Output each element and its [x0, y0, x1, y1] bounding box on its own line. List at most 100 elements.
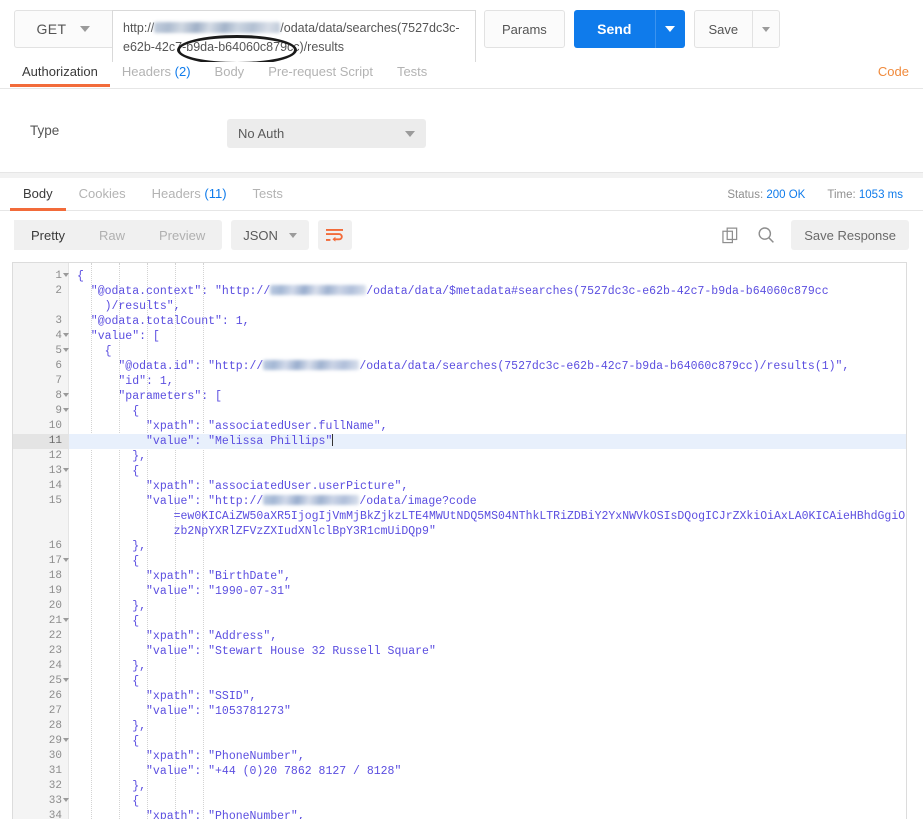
editor-code-line: {	[77, 555, 140, 568]
editor-code-line: "value": "1990-07-31"	[77, 585, 291, 598]
tab-headers-count: (2)	[174, 64, 191, 79]
http-method-selector[interactable]: GET	[14, 10, 112, 48]
status-value: 200 OK	[766, 189, 806, 201]
view-mode-preview[interactable]: Preview	[142, 220, 222, 250]
response-tab-cookies-label: Cookies	[78, 186, 126, 201]
auth-type-value: No Auth	[238, 126, 285, 141]
tab-authorization[interactable]: Authorization	[10, 62, 110, 87]
url-input[interactable]: http:///odata/data/searches(7527dc3c-e62…	[112, 10, 476, 65]
editor-code-line: =ew0KICAiZW50aXR5IjogIjVmMjBkZjkzLTE4MWU…	[77, 510, 906, 523]
editor-code-line: "value": "+44 (0)20 7862 8127 / 8128"	[77, 765, 402, 778]
save-button[interactable]: Save	[693, 10, 752, 48]
search-button[interactable]	[755, 224, 777, 246]
auth-type-label: Type	[30, 123, 60, 138]
editor-line-number	[13, 509, 68, 524]
response-toolbar: Pretty Raw Preview JSON Save Response	[0, 211, 923, 259]
editor-line-number: 26	[48, 690, 62, 702]
editor-code-line: "value": "1053781273"	[77, 705, 291, 718]
view-mode-pretty[interactable]: Pretty	[14, 220, 82, 250]
response-tab-headers[interactable]: Headers (11)	[139, 178, 240, 210]
editor-line-number: 25	[13, 674, 69, 689]
save-button-label: Save	[708, 21, 739, 37]
editor-code-line: {	[77, 465, 140, 478]
editor-line-number-gutter: 1 2 3 4 5 6 7 8 9 10 11 12 13 14 15 16 17 18 19 20 21 22 23 24 2…	[13, 263, 69, 819]
response-tabs: Body Cookies Headers (11) Tests Status: …	[0, 178, 923, 211]
time-value: 1053 ms	[858, 189, 903, 201]
editor-code-line: "xpath": "associatedUser.fullName",	[77, 420, 388, 433]
tab-tests[interactable]: Tests	[385, 62, 439, 86]
response-format-value: JSON	[243, 227, 278, 243]
tab-authorization-label: Authorization	[22, 64, 98, 79]
editor-line-number: 7	[55, 375, 62, 387]
params-button-label: Params	[502, 21, 547, 37]
editor-code-line: "value": "Stewart House 32 Russell Squar…	[77, 645, 436, 658]
url-prefix-text: http://	[123, 21, 155, 35]
editor-line-number: 32	[48, 780, 62, 792]
editor-code-line: "parameters": [	[77, 390, 222, 403]
time-label: Time:	[827, 189, 856, 201]
send-button[interactable]: Send	[573, 10, 655, 48]
status-badge: Status: 200 OK	[727, 189, 805, 201]
http-method-label: GET	[36, 21, 67, 37]
chevron-down-icon	[665, 26, 676, 32]
editor-line-number: 27	[48, 705, 62, 717]
view-mode-raw[interactable]: Raw	[82, 220, 142, 250]
editor-code-line: "xpath": "SSID",	[77, 690, 257, 703]
tab-headers[interactable]: Headers (2)	[110, 62, 203, 86]
response-tab-tests[interactable]: Tests	[240, 178, 296, 210]
editor-line-number: 30	[48, 750, 62, 762]
editor-code-line: {	[77, 795, 140, 808]
copy-button[interactable]	[719, 224, 741, 246]
save-options-button[interactable]	[751, 10, 780, 48]
tab-pre-request-script-label: Pre-request Script	[268, 64, 373, 79]
editor-code-line: },	[77, 660, 147, 673]
send-button-group: Send	[573, 10, 685, 48]
editor-code-line: {	[77, 345, 112, 358]
response-meta: Status: 200 OK Time: 1053 ms	[727, 189, 903, 201]
editor-line-number: 29	[13, 734, 69, 749]
editor-code-line: "@odata.totalCount": 1,	[77, 315, 250, 328]
redacted-host-blur	[263, 495, 360, 505]
response-tab-cookies[interactable]: Cookies	[66, 178, 139, 210]
send-options-button[interactable]	[654, 10, 685, 48]
editor-line-number: 20	[48, 600, 62, 612]
editor-line-number: 2	[55, 285, 62, 297]
params-button[interactable]: Params	[484, 10, 565, 48]
response-tab-headers-label: Headers	[151, 186, 201, 201]
response-tab-body[interactable]: Body	[10, 178, 66, 211]
authorization-panel: Type	[0, 90, 923, 173]
editor-code-line: },	[77, 540, 147, 553]
tab-tests-label: Tests	[396, 64, 428, 79]
text-cursor	[332, 434, 334, 446]
editor-code-line: zb2NpYXRlZFVzZXIudXNlclBpY3R1cmUiDQp9"	[77, 525, 436, 538]
tab-pre-request-script[interactable]: Pre-request Script	[256, 62, 385, 86]
editor-line-number: 21	[13, 614, 69, 629]
word-wrap-button[interactable]	[317, 220, 352, 250]
view-mode-pretty-label: Pretty	[31, 227, 65, 243]
editor-code-line: "value": "Melissa Phillips"	[69, 434, 906, 449]
editor-line-number: 24	[48, 660, 62, 672]
response-format-select[interactable]: JSON	[231, 220, 309, 250]
code-link[interactable]: Code	[878, 64, 909, 79]
auth-type-select[interactable]: No Auth	[227, 119, 426, 148]
editor-code-line: "@odata.context": "http:///odata/data/$m…	[77, 285, 829, 298]
save-response-button[interactable]: Save Response	[791, 220, 909, 250]
word-wrap-icon	[326, 229, 344, 242]
tab-body-label: Body	[214, 64, 245, 79]
redacted-host-blur	[270, 285, 367, 295]
editor-line-number: 31	[48, 765, 62, 777]
editor-code-line: },	[77, 600, 147, 613]
editor-code-area[interactable]: { "@odata.context": "http:///odata/data/…	[69, 263, 906, 819]
editor-line-number: 5	[13, 344, 69, 359]
editor-line-number: 4	[13, 329, 69, 344]
editor-line-number: 22	[48, 630, 62, 642]
editor-code-line: },	[77, 720, 147, 733]
editor-code-line: },	[77, 780, 147, 793]
tab-body[interactable]: Body	[203, 62, 257, 86]
editor-line-number: 34	[48, 810, 62, 819]
editor-code-line: {	[77, 405, 140, 418]
response-body-editor[interactable]: 1 2 3 4 5 6 7 8 9 10 11 12 13 14 15 16 17 18 19 20 21 22 23 24 2…	[12, 262, 907, 819]
chevron-down-icon	[761, 26, 770, 32]
view-mode-raw-label: Raw	[98, 227, 125, 243]
editor-line-number: 9	[13, 404, 69, 419]
